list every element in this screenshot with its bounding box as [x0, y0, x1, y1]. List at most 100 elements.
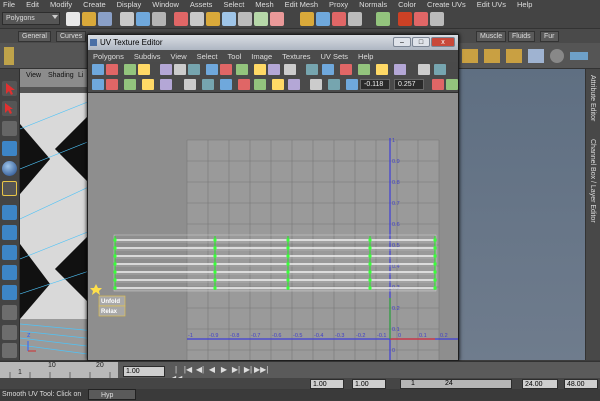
select-hierarchy-icon[interactable] [120, 12, 134, 26]
maximize-button[interactable]: □ [412, 37, 430, 47]
uv-texture-icon[interactable] [322, 64, 334, 75]
step-back-frame-button[interactable]: ◀| [194, 365, 206, 377]
uv-pixel-icon[interactable] [376, 64, 388, 75]
uv-canvas[interactable]: -1 -0.9 -0.8 -0.7 -0.6 -0.5 -0.4 -0.3 -0.2 -0.1 0 0… [88, 93, 458, 360]
time-slider[interactable]: 10 20 1.00 |◀◀ |◀ ◀| ◀ ▶ ▶| ▶| ▶▶| [0, 361, 600, 383]
pick-dynamics-icon[interactable] [254, 12, 268, 26]
snap-grid-icon[interactable] [300, 12, 314, 26]
uv-point[interactable] [213, 238, 217, 242]
uv-point[interactable] [213, 254, 217, 258]
uv-point[interactable] [213, 246, 217, 250]
uv-menu-uv-sets[interactable]: UV Sets [321, 52, 349, 61]
uv-point[interactable] [113, 278, 117, 282]
close-button[interactable]: x [431, 37, 455, 47]
step-forward-frame-button[interactable]: ▶| [230, 365, 242, 377]
uv-point[interactable] [213, 286, 217, 290]
attribute-editor-tab[interactable]: Attribute Editor [589, 75, 596, 121]
snap-curve-icon[interactable] [316, 12, 330, 26]
uv-select-icon[interactable] [184, 79, 196, 90]
uv-point[interactable] [368, 262, 372, 266]
menu-edit[interactable]: Edit [26, 0, 39, 9]
uv-menu-subdivs[interactable]: Subdivs [134, 52, 161, 61]
range-end-field[interactable]: 24.00 [522, 379, 558, 389]
uv-cut-icon[interactable] [174, 64, 186, 75]
uv-relax-icon[interactable] [160, 79, 172, 90]
cube-icon[interactable] [484, 49, 500, 63]
shelf-tab-curves[interactable]: Curves [56, 31, 87, 42]
menu-edit-mesh[interactable]: Edit Mesh [285, 0, 318, 9]
shelf-tab-fluids[interactable]: Fluids [508, 31, 535, 42]
paint-tool-icon[interactable] [2, 121, 17, 136]
uv-point[interactable] [113, 246, 117, 250]
step-back-key-button[interactable]: |◀ [182, 365, 194, 377]
viewport-menu-lighting[interactable]: Li [78, 72, 83, 79]
cone-icon[interactable] [528, 49, 544, 63]
taskbar-hypershade[interactable]: Hyp [88, 389, 136, 400]
open-scene-icon[interactable] [82, 12, 96, 26]
shelf-tab-muscle[interactable]: Muscle [476, 31, 507, 42]
menu-mesh[interactable]: Mesh [255, 0, 273, 9]
range-max-field[interactable]: 48.00 [564, 379, 598, 389]
uv-align-icon[interactable] [92, 79, 104, 90]
uv-grow-icon[interactable] [220, 79, 232, 90]
viewport-menu-view[interactable]: View [26, 72, 41, 79]
uv-point[interactable] [368, 246, 372, 250]
pick-deformers-icon[interactable] [238, 12, 252, 26]
pick-rendering-icon[interactable] [270, 12, 284, 26]
uv-snap-icon[interactable] [394, 64, 406, 75]
uv-point[interactable] [113, 270, 117, 274]
current-frame-field[interactable]: 1.00 [123, 366, 165, 377]
uv-point[interactable] [368, 238, 372, 242]
go-to-end-button[interactable]: ▶▶| [254, 365, 268, 377]
uv-point[interactable] [368, 278, 372, 282]
uv-menu-textures[interactable]: Textures [282, 52, 310, 61]
uv-straighten-icon[interactable] [124, 79, 136, 90]
uv-filter-icon[interactable] [358, 64, 370, 75]
uv-view-icon[interactable] [310, 79, 322, 90]
uv-flip-icon[interactable] [124, 64, 136, 75]
uv-point[interactable] [286, 278, 290, 282]
uv-options-icon[interactable] [446, 79, 458, 90]
plane-icon[interactable] [570, 52, 588, 60]
uv-point[interactable] [286, 262, 290, 266]
uv-border-icon[interactable] [254, 79, 266, 90]
uv-menu-help[interactable]: Help [358, 52, 373, 61]
go-to-start-button[interactable]: |◀◀ [170, 365, 182, 383]
new-scene-icon[interactable] [66, 12, 80, 26]
move-tool-icon[interactable] [2, 141, 17, 156]
pick-lines-icon[interactable] [206, 12, 220, 26]
snap-plane-icon[interactable] [348, 12, 362, 26]
play-forwards-button[interactable]: ▶ [218, 365, 230, 377]
v-coordinate-field[interactable]: 0.257 [394, 79, 424, 90]
play-backwards-button[interactable]: ◀ [206, 365, 218, 377]
four-view-icon[interactable] [2, 225, 17, 240]
uv-shell-icon[interactable] [268, 64, 280, 75]
perspective-viewport[interactable] [20, 69, 95, 360]
shelf-menu-icon[interactable] [4, 47, 14, 65]
range-slider[interactable]: 1 24 [400, 379, 512, 389]
uv-point[interactable] [433, 286, 437, 290]
cube-icon[interactable] [506, 49, 522, 63]
uv-menu-image[interactable]: Image [251, 52, 272, 61]
range-start-field[interactable]: 1.00 [310, 379, 344, 389]
persp-graph-icon[interactable] [2, 265, 17, 280]
viewport-menu-shading[interactable]: Shading [48, 72, 74, 79]
save-scene-icon[interactable] [98, 12, 112, 26]
scale-tool-icon[interactable] [2, 181, 17, 196]
uv-point[interactable] [286, 246, 290, 250]
smooth-uv-tool-icon[interactable] [90, 284, 102, 295]
menu-assets[interactable]: Assets [190, 0, 213, 9]
uv-select-icon[interactable] [202, 79, 214, 90]
cube-icon[interactable] [462, 49, 478, 63]
pick-points-icon[interactable] [190, 12, 204, 26]
render-icon[interactable] [398, 12, 412, 26]
uv-menu-select[interactable]: Select [197, 52, 218, 61]
uv-point[interactable] [213, 278, 217, 282]
sphere-icon[interactable] [550, 49, 564, 63]
menu-create-uvs[interactable]: Create UVs [427, 0, 466, 9]
uv-shrink-icon[interactable] [238, 79, 250, 90]
uv-point[interactable] [433, 262, 437, 266]
uv-unfold-icon[interactable] [206, 64, 218, 75]
uv-copy-icon[interactable] [418, 64, 430, 75]
uv-image-icon[interactable] [284, 64, 296, 75]
